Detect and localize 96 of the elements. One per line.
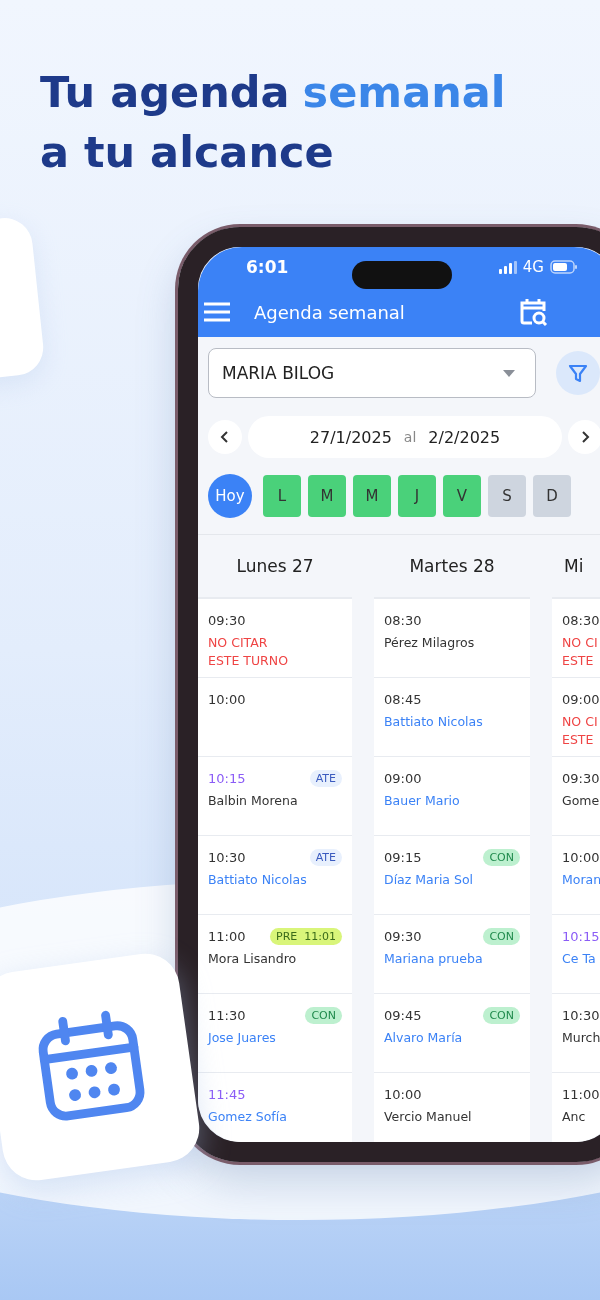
app-title: Agenda semanal — [254, 301, 406, 323]
patient-name: Battiato Nicolas — [384, 713, 484, 731]
appointment-card[interactable]: 11:00 PRE 11:01 Mora Lisandro — [198, 915, 352, 994]
appointment-card[interactable]: 10:00 Vercio Manuel — [374, 1073, 530, 1142]
filter-button[interactable] — [556, 351, 600, 395]
battery-icon — [550, 260, 578, 274]
blocked-note: NO CITAR — [208, 634, 269, 652]
status-badge: PRE 11:01 — [270, 927, 342, 945]
appointment-card[interactable]: 09:15 CON Díaz Maria Sol — [374, 836, 530, 915]
appointment-time: 10:30 — [208, 849, 246, 865]
appointment-time: 09:15 — [384, 849, 422, 865]
patient-name: Moran — [562, 871, 600, 889]
patient-name: Pérez Milagros — [384, 634, 476, 652]
appointment-card[interactable]: 09:30 NO CITAR ESTE TURNO — [198, 599, 352, 678]
appointment-card[interactable]: 10:30 Murch — [552, 994, 600, 1073]
status-badge: CON — [305, 1006, 342, 1024]
patient-name: Mariana prueba — [384, 950, 484, 968]
appointment-time: 10:15 — [208, 770, 246, 786]
patient-name: Anc — [562, 1108, 587, 1126]
appointment-time: 08:30 — [384, 612, 422, 628]
network-label: 4G — [522, 258, 544, 276]
weekday-button[interactable]: L — [263, 475, 301, 517]
appointment-time: 10:15 — [562, 928, 600, 944]
appointment-time: 11:45 — [208, 1086, 246, 1102]
signal-icon — [498, 260, 517, 274]
patient-name: Gome — [562, 792, 600, 810]
next-week-button[interactable] — [568, 420, 600, 454]
appointment-time: 10:30 — [562, 1007, 600, 1023]
appointment-time: 08:45 — [384, 691, 422, 707]
appointment-card[interactable]: 10:15 ATE Balbin Morena — [198, 757, 352, 836]
appointment-card[interactable]: 11:45 Gomez Sofía — [198, 1073, 352, 1142]
weekday-button[interactable]: J — [398, 475, 436, 517]
patient-name: Mora Lisandro — [208, 950, 298, 968]
appointment-card[interactable]: 08:45 Battiato Nicolas — [374, 678, 530, 757]
appointment-time: 09:30 — [384, 928, 422, 944]
appointment-card[interactable]: 09:00 NO CI ESTE — [552, 678, 600, 757]
appointment-time: 11:00 — [208, 928, 246, 944]
appointment-card[interactable]: 10:30 ATE Battiato Nicolas — [198, 836, 352, 915]
blocked-note: ESTE — [562, 731, 595, 749]
date-from: 27/1/2025 — [309, 427, 392, 447]
appointment-card[interactable]: 11:30 CON Jose Juares — [198, 994, 352, 1073]
appointment-card[interactable]: 08:30 NO CI ESTE — [552, 599, 600, 678]
appointment-card[interactable]: 08:30 Pérez Milagros — [374, 599, 530, 678]
calendar-search-icon[interactable] — [520, 297, 548, 327]
appointment-card[interactable]: 09:00 Bauer Mario — [374, 757, 530, 836]
headline-text: Tu agenda — [40, 66, 290, 119]
headline-text: a tu alcance — [40, 126, 334, 179]
appointment-time: 10:00 — [208, 691, 246, 707]
appointment-card[interactable]: 10:00 Moran — [552, 836, 600, 915]
status-time: 6:01 — [246, 257, 289, 277]
appointment-card[interactable]: 11:00 Anc — [552, 1073, 600, 1142]
patient-name: Alvaro María — [384, 1029, 464, 1047]
patient-name: Battiato Nicolas — [208, 871, 308, 889]
appointment-card[interactable]: 10:15 Ce Ta — [552, 915, 600, 994]
blocked-note: ESTE TURNO — [208, 652, 289, 670]
patient-name: Vercio Manuel — [384, 1108, 473, 1126]
status-badge: ATE — [309, 848, 342, 866]
appointment-time: 09:00 — [384, 770, 422, 786]
patient-name: Bauer Mario — [384, 792, 461, 810]
patient-name: Díaz Maria Sol — [384, 871, 475, 889]
blocked-note: NO CI — [562, 713, 599, 731]
dropdown-caret-icon — [503, 369, 515, 377]
patient-name: Ce Ta — [562, 950, 597, 968]
appointment-card[interactable]: 09:30 Gome — [552, 757, 600, 836]
patient-name: Balbin Morena — [208, 792, 299, 810]
status-badge: ATE — [309, 769, 342, 787]
date-separator: al — [403, 429, 417, 445]
weekday-button[interactable]: M — [308, 475, 346, 517]
professional-select[interactable]: MARIA BILOG — [208, 348, 536, 398]
status-badge: CON — [483, 848, 520, 866]
patient-name: Gomez Sofía — [208, 1108, 288, 1126]
appointment-time: 09:45 — [384, 1007, 422, 1023]
weekday-button[interactable]: V — [443, 475, 481, 517]
previous-week-button[interactable] — [208, 420, 242, 454]
appointment-time: 10:00 — [384, 1086, 422, 1102]
weekday-button[interactable]: M — [353, 475, 391, 517]
headline-text: semanal — [302, 66, 506, 119]
patient-name: Murch — [562, 1029, 600, 1047]
appointment-card[interactable]: 09:45 CON Alvaro María — [374, 994, 530, 1073]
appointment-time: 11:00 — [562, 1086, 600, 1102]
appointment-time: 08:30 — [562, 612, 600, 628]
appointment-time: 11:30 — [208, 1007, 246, 1023]
date-to: 2/2/2025 — [428, 427, 501, 447]
status-badge: CON — [483, 927, 520, 945]
blocked-note: NO CI — [562, 634, 599, 652]
status-badge: CON — [483, 1006, 520, 1024]
blocked-note: ESTE — [562, 652, 595, 670]
menu-icon[interactable] — [204, 302, 230, 322]
appointment-time: 09:30 — [562, 770, 600, 786]
appointment-time: 09:00 — [562, 691, 600, 707]
appointment-card[interactable]: 09:30 CON Mariana prueba — [374, 915, 530, 994]
appointment-time: 09:30 — [208, 612, 246, 628]
appointment-card[interactable]: 10:00 — [198, 678, 352, 757]
appointment-time: 10:00 — [562, 849, 600, 865]
patient-name: Jose Juares — [208, 1029, 277, 1047]
today-button[interactable]: Hoy — [208, 474, 252, 518]
